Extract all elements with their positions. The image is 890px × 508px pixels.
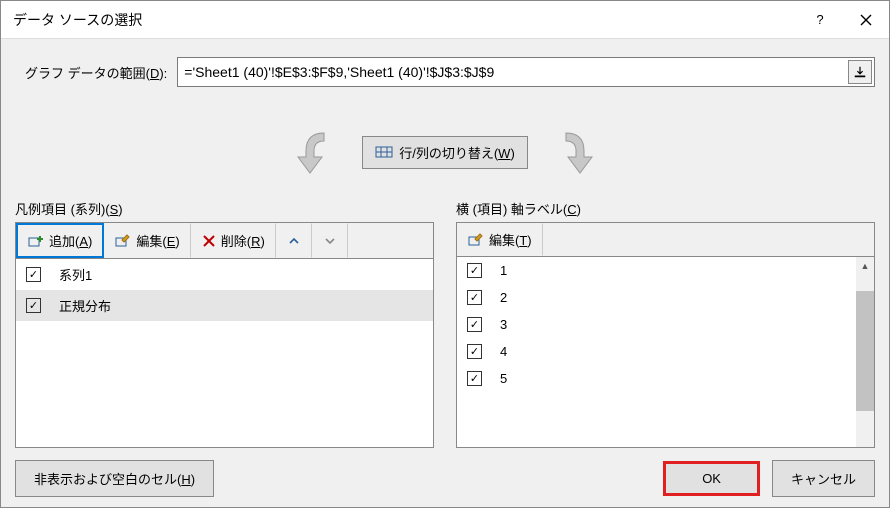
dialog: データ ソースの選択 ? グラフ データの範囲(D): ='Sheet1 (40… bbox=[0, 0, 890, 508]
lists-row: 凡例項目 (系列)(S) 追加(A) 編集(E) 削除(R) bbox=[15, 199, 875, 448]
scrollbar[interactable]: ▲ bbox=[856, 257, 874, 447]
collapse-dialog-icon bbox=[853, 65, 867, 79]
legend-entries-panel: 凡例項目 (系列)(S) 追加(A) 編集(E) 削除(R) bbox=[15, 199, 434, 448]
legend-entries-title: 凡例項目 (系列)(S) bbox=[15, 199, 434, 218]
list-item[interactable]: 系列1 bbox=[16, 259, 433, 290]
axis-labels-panel: 横 (項目) 軸ラベル(C) 編集(T) 1 2 3 4 5 ▲ bbox=[456, 199, 875, 448]
list-item-label: 2 bbox=[500, 290, 507, 305]
move-up-button[interactable] bbox=[276, 223, 312, 258]
list-item-label: 系列1 bbox=[59, 265, 92, 284]
ok-button[interactable]: OK bbox=[663, 461, 760, 496]
remove-icon bbox=[202, 234, 216, 248]
remove-series-button[interactable]: 削除(R) bbox=[191, 223, 276, 258]
list-item[interactable]: 3 bbox=[457, 311, 874, 338]
chart-data-range-label: グラフ データの範囲(D): bbox=[15, 63, 167, 82]
checkbox[interactable] bbox=[467, 290, 482, 305]
chart-data-range-row: グラフ データの範囲(D): ='Sheet1 (40)'!$E$3:$F$9,… bbox=[15, 57, 875, 87]
list-item-label: 3 bbox=[500, 317, 507, 332]
list-item-label: 5 bbox=[500, 371, 507, 386]
edit-icon bbox=[115, 233, 131, 249]
scroll-up-icon[interactable]: ▲ bbox=[856, 257, 874, 275]
checkbox[interactable] bbox=[467, 317, 482, 332]
arrow-right-icon bbox=[536, 127, 636, 177]
hidden-empty-cells-button[interactable]: 非表示および空白のセル(H) bbox=[15, 460, 214, 497]
close-icon bbox=[858, 12, 874, 28]
checkbox[interactable] bbox=[26, 298, 41, 313]
chart-data-range-input[interactable]: ='Sheet1 (40)'!$E$3:$F$9,'Sheet1 (40)'!$… bbox=[177, 57, 875, 87]
checkbox[interactable] bbox=[467, 263, 482, 278]
edit-series-button[interactable]: 編集(E) bbox=[104, 223, 190, 258]
add-series-button[interactable]: 追加(A) bbox=[16, 223, 104, 258]
dialog-content: グラフ データの範囲(D): ='Sheet1 (40)'!$E$3:$F$9,… bbox=[1, 39, 889, 507]
list-item-label: 4 bbox=[500, 344, 507, 359]
axis-toolbar: 編集(T) bbox=[456, 222, 875, 256]
chart-data-range-value: ='Sheet1 (40)'!$E$3:$F$9,'Sheet1 (40)'!$… bbox=[184, 64, 494, 80]
checkbox[interactable] bbox=[467, 371, 482, 386]
axis-labels-title: 横 (項目) 軸ラベル(C) bbox=[456, 199, 875, 218]
help-button[interactable]: ? bbox=[797, 2, 843, 38]
checkbox[interactable] bbox=[467, 344, 482, 359]
arrow-left-icon bbox=[254, 127, 354, 177]
list-item[interactable]: 1 bbox=[457, 257, 874, 284]
list-item[interactable]: 5 bbox=[457, 365, 874, 392]
switch-icon bbox=[375, 143, 393, 161]
close-button[interactable] bbox=[843, 2, 889, 38]
chevron-down-icon bbox=[324, 235, 336, 247]
cancel-button[interactable]: キャンセル bbox=[772, 460, 875, 497]
chevron-up-icon bbox=[288, 235, 300, 247]
list-item-label: 1 bbox=[500, 263, 507, 278]
scroll-thumb[interactable] bbox=[856, 291, 874, 411]
list-item[interactable]: 正規分布 bbox=[16, 290, 433, 321]
switch-row-column-button[interactable]: 行/列の切り替え(W) bbox=[362, 136, 528, 169]
list-item[interactable]: 4 bbox=[457, 338, 874, 365]
axis-list[interactable]: 1 2 3 4 5 ▲ bbox=[456, 256, 875, 448]
list-item[interactable]: 2 bbox=[457, 284, 874, 311]
edit-axis-button[interactable]: 編集(T) bbox=[457, 223, 543, 256]
list-item-label: 正規分布 bbox=[59, 296, 111, 315]
legend-list[interactable]: 系列1 正規分布 bbox=[15, 258, 434, 448]
range-picker-button[interactable] bbox=[848, 60, 872, 84]
move-down-button[interactable] bbox=[312, 223, 348, 258]
footer: 非表示および空白のセル(H) OK キャンセル bbox=[15, 448, 875, 497]
dialog-title: データ ソースの選択 bbox=[13, 10, 797, 30]
titlebar: データ ソースの選択 ? bbox=[1, 1, 889, 39]
legend-toolbar: 追加(A) 編集(E) 削除(R) bbox=[15, 222, 434, 258]
swap-row: 行/列の切り替え(W) bbox=[15, 127, 875, 177]
add-icon bbox=[28, 233, 44, 249]
checkbox[interactable] bbox=[26, 267, 41, 282]
edit-icon bbox=[468, 232, 484, 248]
